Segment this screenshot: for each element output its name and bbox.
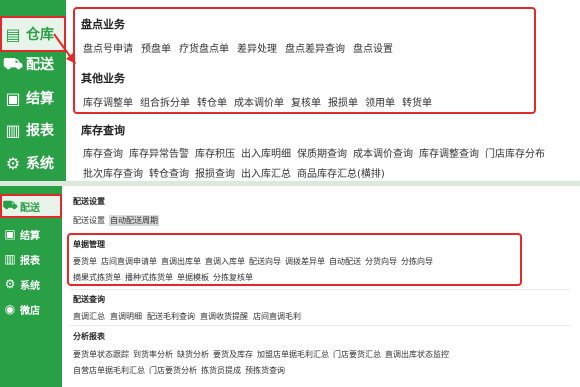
section-title-analysis-reports: 分析报表 — [73, 332, 105, 341]
top-sidebar-item-reports[interactable]: ▥ 报表 — [0, 112, 66, 148]
settle-icon: ▣ — [5, 88, 21, 108]
section-title-delivery-query: 配送查询 — [73, 295, 105, 304]
settle-icon: ▣ — [4, 227, 16, 241]
menu-item[interactable]: 门店要货分析 — [149, 365, 197, 376]
bottom-sidebar-item-settlement[interactable]: ▣ 结算 — [0, 222, 62, 246]
top-sidebar: ▤ 仓库 ⛟ 配送 ▣ 结算 ▥ 报表 ⚙ 系统 — [0, 0, 66, 181]
menu-item[interactable]: 转仓查询 — [149, 165, 189, 180]
menu-item[interactable]: 要货及库存 — [213, 349, 253, 360]
warehouse-icon: ▤ — [5, 24, 21, 44]
menu-item[interactable]: 库存调整查询 — [419, 145, 479, 160]
menu-item[interactable]: 出入库明细 — [241, 145, 291, 160]
bottom-sidebar: ⛟ 配送 ▣ 结算 ▥ 报表 ⚙ 系统 ◉ 微店 — [0, 186, 62, 387]
chart-icon: ▥ — [4, 252, 16, 266]
menu-item[interactable]: 库存异常告警 — [129, 145, 189, 160]
highlight-box-top — [73, 7, 536, 114]
sidebar-item-label: 仓库 — [26, 27, 54, 43]
sidebar-item-label: 配送 — [20, 202, 40, 214]
chart-icon: ▥ — [5, 120, 21, 140]
menu-item[interactable]: 成本调价查询 — [353, 145, 413, 160]
bottom-sidebar-item-microshop[interactable]: ◉ 微店 — [0, 297, 62, 321]
menu-item[interactable]: 保质期查询 — [297, 145, 347, 160]
menu-item[interactable]: 门店要货汇总 — [333, 349, 381, 360]
menu-item[interactable]: 拣货员提成 — [201, 365, 241, 376]
bottom-sidebar-item-reports[interactable]: ▥ 报表 — [0, 247, 62, 271]
sidebar-item-label: 系统 — [20, 280, 40, 292]
menu-item-selected[interactable]: 自动配送周期 — [109, 215, 159, 226]
top-sidebar-item-system[interactable]: ⚙ 系统 — [0, 145, 66, 181]
arrow-pointer — [53, 33, 76, 64]
stock-query-items-row2: 批次库存查询 转仓查询 报损查询 出入库汇总 商品库存汇总(横排) — [83, 165, 385, 180]
menu-item[interactable]: 配送设置 — [73, 215, 105, 226]
divider — [70, 289, 570, 290]
menu-item[interactable]: 到货率分析 — [133, 349, 173, 360]
menu-item[interactable]: 店间直调毛利 — [253, 311, 301, 322]
menu-item[interactable]: 批次库存查询 — [83, 165, 143, 180]
menu-item[interactable]: 出入库汇总 — [241, 165, 291, 180]
bottom-sidebar-item-system[interactable]: ⚙ 系统 — [0, 272, 62, 296]
menu-item[interactable]: 缺货分析 — [177, 349, 209, 360]
menu-item[interactable]: 配送毛利查询 — [147, 311, 195, 322]
delivery-settings-items: 配送设置 自动配送周期 — [73, 215, 159, 226]
top-sidebar-item-settlement[interactable]: ▣ 结算 — [0, 80, 66, 116]
sidebar-item-label: 系统 — [26, 156, 54, 172]
menu-item[interactable]: 报损查询 — [195, 165, 235, 180]
sidebar-item-label: 微店 — [20, 305, 40, 317]
section-title-delivery-settings: 配送设置 — [73, 197, 105, 206]
menu-item[interactable]: 库存积压 — [195, 145, 235, 160]
delivery-query-items: 直调汇总 直调明细 配送毛利查询 直调收货提醒 店间直调毛利 — [73, 311, 301, 322]
highlight-box-bottom — [67, 233, 522, 286]
divider — [70, 325, 570, 326]
shop-icon: ◉ — [4, 302, 16, 316]
sidebar-item-label: 结算 — [20, 230, 40, 242]
sidebar-item-label: 报表 — [26, 123, 54, 139]
menu-item[interactable]: 要货单状态跟踪 — [73, 349, 129, 360]
gear-icon: ⚙ — [5, 153, 21, 173]
analysis-reports-items-row1: 要货单状态跟踪 到货率分析 缺货分析 要货及库存 加盟店单据毛利汇总 门店要货汇… — [73, 349, 449, 360]
gear-icon: ⚙ — [4, 277, 16, 291]
menu-item[interactable]: 库存查询 — [83, 145, 123, 160]
section-title-stock-query: 库存查询 — [81, 124, 125, 137]
menu-item[interactable]: 自营店单据毛利汇总 — [73, 365, 145, 376]
truck-icon: ⛟ — [2, 198, 18, 212]
menu-item[interactable]: 直调明细 — [110, 311, 142, 322]
menu-item[interactable]: 预拣货查询 — [245, 365, 285, 376]
top-menu-panel: 盘点业务 盘点号申请 预盘单 疗货盘点单 差异处理 盘点差异查询 盘点设置 其他… — [66, 0, 580, 181]
menu-item[interactable]: 直调出库状态监控 — [385, 349, 449, 360]
menu-item[interactable]: 直调收货提醒 — [200, 311, 248, 322]
sidebar-item-label: 报表 — [20, 255, 40, 267]
sidebar-item-label: 配送 — [26, 57, 54, 73]
menu-item[interactable]: 商品库存汇总(横排) — [297, 165, 385, 180]
truck-icon: ⛟ — [2, 53, 24, 73]
menu-item[interactable]: 门店库存分布 — [485, 145, 545, 160]
menu-item[interactable]: 加盟店单据毛利汇总 — [257, 349, 329, 360]
sidebar-item-label: 结算 — [26, 91, 54, 107]
bottom-menu-panel: 配送设置 配送设置 自动配送周期 单据管理 要货单 店间直调申请单 直调出库单 … — [62, 186, 580, 387]
bottom-sidebar-item-delivery[interactable]: ⛟ 配送 — [0, 194, 62, 218]
analysis-reports-items-row2: 自营店单据毛利汇总 门店要货分析 拣货员提成 预拣货查询 — [73, 365, 285, 376]
stock-query-items-row1: 库存查询 库存异常告警 库存积压 出入库明细 保质期查询 成本调价查询 库存调整… — [83, 145, 545, 160]
menu-item[interactable]: 直调汇总 — [73, 311, 105, 322]
